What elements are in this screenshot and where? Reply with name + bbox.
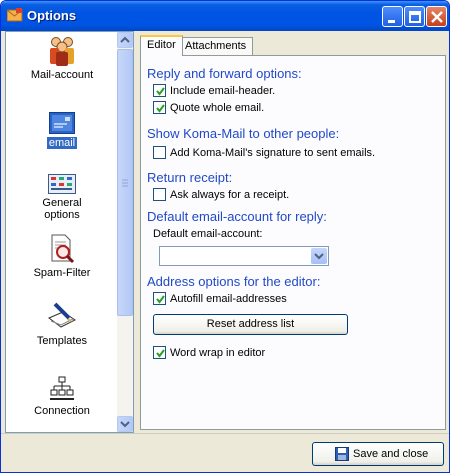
return-receipt-heading: Return receipt: (147, 170, 233, 185)
add-signature-checkbox[interactable]: Add Koma-Mail's signature to sent emails… (153, 146, 375, 159)
checkbox-box[interactable] (153, 101, 166, 114)
ask-receipt-checkbox[interactable]: Ask always for a receipt. (153, 188, 289, 201)
quote-whole-checkbox[interactable]: Quote whole email. (153, 101, 264, 114)
maximize-button[interactable] (404, 6, 425, 27)
default-account-select[interactable] (159, 246, 329, 266)
autofill-checkbox[interactable]: Autofill email-addresses (153, 292, 287, 305)
reply-forward-heading: Reply and forward options: (147, 66, 302, 81)
tab-attachments[interactable]: Attachments (178, 37, 254, 55)
include-header-label: Include email-header. (170, 84, 276, 97)
sidebar-item-label: email (46, 137, 78, 149)
add-signature-label: Add Koma-Mail's signature to sent emails… (170, 146, 376, 159)
sidebar-item-general-options[interactable]: General options (6, 174, 118, 221)
show-koma-heading: Show Koma-Mail to other people: (147, 126, 340, 141)
ask-receipt-label: Ask always for a receipt. (170, 188, 290, 201)
sidebar-item-label: Templates (36, 335, 88, 347)
title-bar[interactable]: Options (1, 1, 449, 31)
checkbox-box[interactable] (153, 346, 166, 359)
checkbox-box[interactable] (153, 146, 166, 159)
options-sidebar: Mail-account email General options Spam-… (5, 31, 134, 433)
footer-divider (1, 433, 449, 434)
sidebar-item-mail-account[interactable]: Mail-account (6, 36, 118, 81)
scrollbar-thumb[interactable] (117, 49, 133, 316)
sidebar-item-label: Mail-account (30, 69, 94, 81)
tab-editor[interactable]: Editor (140, 35, 183, 56)
reset-address-button[interactable]: Reset address list (153, 314, 348, 335)
save-close-button[interactable]: Save and close (312, 442, 444, 466)
word-wrap-label: Word wrap in editor (170, 346, 266, 359)
spam-filter-icon (6, 234, 118, 264)
default-account-label: Default email-account: (153, 228, 263, 240)
checkbox-box[interactable] (153, 84, 166, 97)
email-icon (6, 112, 118, 134)
save-close-label: Save and close (353, 448, 429, 460)
scroll-down-button[interactable] (117, 416, 133, 432)
sidebar-item-email[interactable]: email (6, 112, 118, 149)
connection-icon (6, 376, 118, 402)
templates-icon (6, 302, 118, 332)
quote-whole-label: Quote whole email. (170, 101, 265, 114)
editor-panel: Reply and forward options: Include email… (140, 55, 446, 430)
include-header-checkbox[interactable]: Include email-header. (153, 84, 275, 97)
sidebar-item-label: Spam-Filter (33, 267, 91, 279)
save-icon (335, 447, 349, 464)
sidebar-item-templates[interactable]: Templates (6, 302, 118, 347)
sidebar-item-connection[interactable]: Connection (6, 376, 118, 417)
close-button[interactable] (426, 6, 447, 27)
address-options-heading: Address options for the editor: (147, 274, 321, 289)
general-options-icon (6, 174, 118, 194)
window-title: Options (27, 8, 77, 23)
sidebar-item-spam-filter[interactable]: Spam-Filter (6, 234, 118, 279)
app-icon (6, 8, 23, 22)
sidebar-item-label: Connection (34, 405, 90, 417)
word-wrap-checkbox[interactable]: Word wrap in editor (153, 346, 265, 359)
mail-account-icon (6, 36, 118, 66)
checkbox-box[interactable] (153, 188, 166, 201)
default-account-heading: Default email-account for reply: (147, 209, 327, 224)
autofill-label: Autofill email-addresses (170, 292, 287, 305)
sidebar-scrollbar[interactable] (117, 32, 133, 432)
checkbox-box[interactable] (153, 292, 166, 305)
minimize-button[interactable] (382, 6, 403, 27)
chevron-down-icon[interactable] (311, 248, 327, 264)
scroll-up-button[interactable] (117, 32, 133, 48)
sidebar-item-label: General options (42, 197, 82, 221)
options-window: Options Mail-account email General optio… (0, 0, 450, 473)
